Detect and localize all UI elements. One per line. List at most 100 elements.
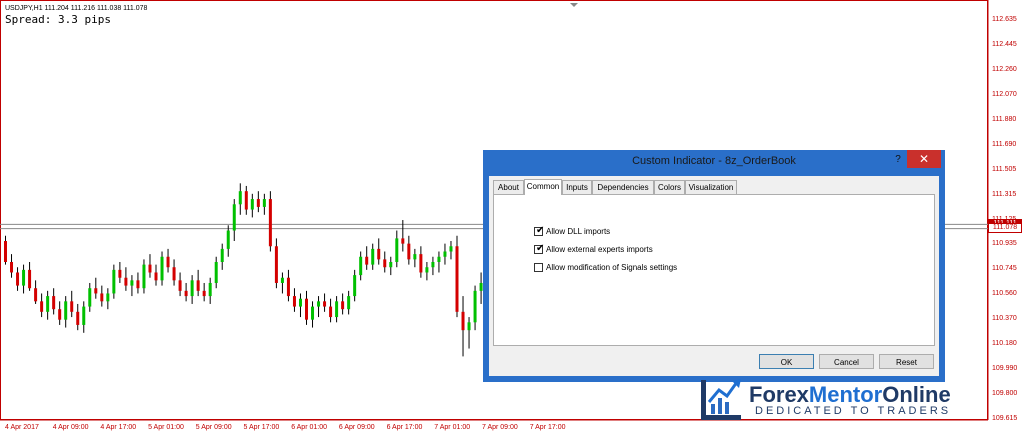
candle-body bbox=[70, 301, 74, 312]
custom-indicator-dialog: Custom Indicator - 8z_OrderBook ? ✕ Abou… bbox=[483, 150, 945, 382]
time-tick-label: 6 Apr 17:00 bbox=[386, 424, 423, 431]
candle-body bbox=[317, 301, 321, 307]
price-tick-label: 109.990 bbox=[992, 365, 1018, 373]
candle-body bbox=[118, 269, 122, 278]
time-tick-label: 4 Apr 17:00 bbox=[100, 424, 137, 431]
candle-body bbox=[226, 230, 230, 249]
time-tick-label: 4 Apr 09:00 bbox=[52, 424, 89, 431]
tab-visualization[interactable]: Visualization bbox=[685, 180, 737, 194]
close-button[interactable]: ✕ bbox=[907, 150, 941, 168]
candle-body bbox=[106, 293, 110, 302]
time-tick-label: 5 Apr 01:00 bbox=[148, 424, 184, 431]
candle-body bbox=[124, 277, 128, 286]
candle-body bbox=[160, 256, 164, 281]
bid-price-label: 111.078 bbox=[992, 224, 1018, 231]
time-tick-label: 5 Apr 17:00 bbox=[243, 424, 280, 431]
price-tick-label: 111.690 bbox=[992, 140, 1017, 148]
candle-body bbox=[425, 267, 429, 273]
candle-body bbox=[311, 306, 315, 320]
candle-body bbox=[473, 290, 477, 323]
help-button[interactable]: ? bbox=[891, 153, 905, 167]
candle-body bbox=[136, 280, 140, 289]
time-tick-label: 7 Apr 01:00 bbox=[434, 424, 471, 431]
candle-body bbox=[196, 280, 200, 291]
candle-body bbox=[389, 261, 393, 268]
candle-body bbox=[256, 199, 260, 207]
time-tick-label: 6 Apr 01:00 bbox=[291, 424, 327, 431]
candle-body bbox=[76, 311, 80, 325]
candle-body bbox=[341, 301, 345, 310]
dialog-title: Custom Indicator - 8z_OrderBook bbox=[632, 155, 796, 167]
tab-inputs[interactable]: Inputs bbox=[562, 180, 592, 194]
candle-body bbox=[4, 241, 7, 262]
tab-dependencies[interactable]: Dependencies bbox=[592, 180, 654, 194]
price-tick-label: 112.635 bbox=[992, 16, 1017, 23]
candle-body bbox=[280, 277, 284, 283]
candle-body bbox=[94, 288, 98, 294]
time-tick-label: 6 Apr 09:00 bbox=[338, 424, 375, 431]
spread-label: Spread: 3.3 pips bbox=[5, 13, 111, 26]
allow-external-experts-label: Allow external experts imports bbox=[546, 245, 653, 254]
logo-brand-forex: Forex bbox=[749, 382, 809, 407]
forexmentoronline-logo: ForexMentorOnline DEDICATED TO TRADERS bbox=[697, 376, 1024, 426]
candle-body bbox=[431, 261, 435, 268]
candle-body bbox=[16, 272, 20, 286]
allow-signals-modification-checkbox[interactable] bbox=[534, 263, 543, 272]
tab-common[interactable]: Common bbox=[524, 179, 562, 195]
tab-panel-common: ✔ Allow DLL imports ✔ Allow external exp… bbox=[493, 194, 935, 346]
price-tick-label: 111.315 bbox=[992, 190, 1017, 198]
candle-body bbox=[298, 298, 302, 307]
reset-button[interactable]: Reset bbox=[879, 354, 934, 369]
candle-body bbox=[455, 246, 459, 312]
time-tick-label: 7 Apr 17:00 bbox=[529, 424, 566, 431]
candle-body bbox=[52, 296, 56, 310]
candle-body bbox=[437, 256, 441, 262]
price-tick-label: 112.070 bbox=[992, 90, 1017, 98]
time-tick-label: 4 Apr 2017 bbox=[5, 424, 39, 431]
tab-colors[interactable]: Colors bbox=[654, 180, 685, 194]
price-tick-label: 111.505 bbox=[992, 165, 1017, 173]
candle-body bbox=[305, 298, 308, 320]
candle-body bbox=[22, 269, 26, 286]
candle-body bbox=[10, 261, 14, 273]
candle-body bbox=[365, 256, 369, 265]
candle-body bbox=[407, 243, 411, 260]
price-tick-label: 110.180 bbox=[992, 340, 1017, 348]
price-tick-label: 111.880 bbox=[992, 115, 1017, 123]
time-tick-label: 5 Apr 09:00 bbox=[195, 424, 232, 431]
close-icon: ✕ bbox=[918, 152, 930, 166]
allow-external-experts-checkbox[interactable]: ✔ bbox=[534, 243, 544, 254]
allow-dll-imports-checkbox[interactable]: ✔ bbox=[534, 225, 544, 236]
logo-tagline: DEDICATED TO TRADERS bbox=[755, 405, 952, 417]
cancel-button[interactable]: Cancel bbox=[819, 354, 874, 369]
candle-body bbox=[401, 238, 405, 244]
candle-body bbox=[467, 322, 471, 331]
candle-body bbox=[178, 280, 182, 291]
price-tick-label: 112.260 bbox=[992, 65, 1017, 73]
ok-button[interactable]: OK bbox=[759, 354, 814, 369]
price-tick-label: 110.745 bbox=[992, 265, 1017, 273]
candle-body bbox=[449, 246, 453, 252]
dialog-titlebar[interactable]: Custom Indicator - 8z_OrderBook ? ✕ bbox=[483, 150, 945, 172]
logo-brand-online: Online bbox=[882, 382, 951, 407]
candle-body bbox=[130, 280, 134, 286]
candle-body bbox=[34, 288, 38, 302]
symbol-info: USDJPY,H1 111.204 111.216 111.038 111.07… bbox=[5, 5, 148, 12]
candle-body bbox=[184, 290, 188, 297]
candle-body bbox=[142, 264, 146, 289]
candle-body bbox=[232, 204, 236, 231]
candle-body bbox=[82, 306, 86, 325]
candle-body bbox=[172, 267, 176, 281]
candle-body bbox=[166, 256, 170, 268]
price-tick-label: 110.370 bbox=[992, 315, 1017, 323]
candle-body bbox=[335, 301, 339, 318]
candle-body bbox=[220, 248, 224, 262]
candle-body bbox=[395, 238, 399, 262]
candle-body bbox=[371, 248, 375, 265]
candle-body bbox=[28, 269, 32, 289]
tab-about[interactable]: About bbox=[493, 180, 524, 194]
candle-body bbox=[274, 246, 278, 283]
candle-body bbox=[262, 199, 266, 207]
candle-body bbox=[286, 277, 290, 297]
candle-body bbox=[383, 259, 387, 268]
